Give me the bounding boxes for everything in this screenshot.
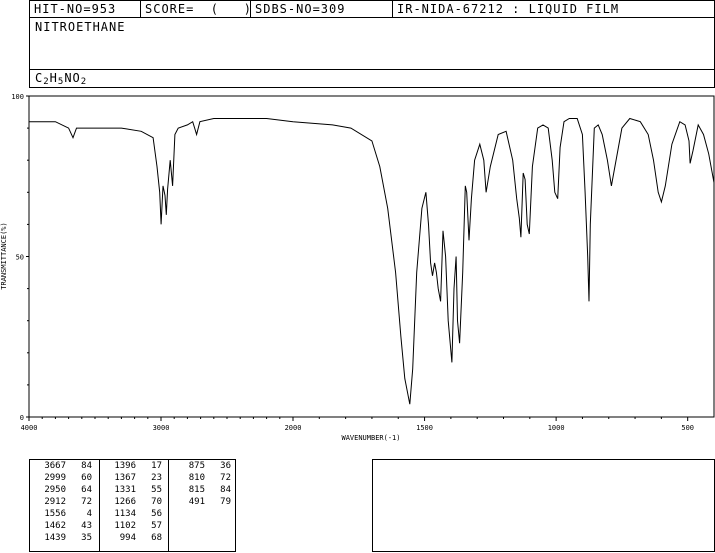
y-tick-label: 50 bbox=[16, 254, 24, 262]
peak-row: 1102 57 bbox=[100, 520, 169, 532]
peak-row: 994 68 bbox=[100, 532, 169, 544]
y-tick-label: 0 bbox=[20, 414, 24, 422]
peak-row: 1439 35 bbox=[30, 532, 100, 544]
peak-row: 1134 56 bbox=[100, 508, 169, 520]
peak-wavenumber: 1396 bbox=[114, 461, 136, 471]
peak-transmittance: 35 bbox=[81, 533, 92, 543]
peak-wavenumber: 2950 bbox=[44, 485, 66, 495]
peak-wavenumber: 1439 bbox=[44, 533, 66, 543]
peak-row: 815 84 bbox=[169, 484, 236, 496]
peak-table: 3667 84 2999 60 2950 64 2912 72 1556 4 1462 43 1439 3… bbox=[29, 459, 236, 552]
peak-transmittance: 72 bbox=[81, 497, 92, 507]
peak-column-1: 3667 84 2999 60 2950 64 2912 72 1556 4 1462 43 1439 3… bbox=[30, 460, 100, 552]
x-axis-label: WAVENUMBER(-1) bbox=[341, 434, 400, 442]
peak-column-2: 1396 17 1367 23 1331 55 1266 70 1134 56 1102 57 994 6… bbox=[99, 460, 169, 552]
peak-wavenumber: 1134 bbox=[114, 509, 136, 519]
peak-row: 1462 43 bbox=[30, 520, 100, 532]
peak-transmittance: 17 bbox=[151, 461, 162, 471]
peak-transmittance: 60 bbox=[81, 473, 92, 483]
peak-wavenumber: 1367 bbox=[114, 473, 136, 483]
peak-transmittance: 36 bbox=[220, 461, 231, 471]
peak-wavenumber: 1462 bbox=[44, 521, 66, 531]
y-tick-label: 100 bbox=[11, 93, 24, 101]
peak-transmittance: 79 bbox=[220, 497, 231, 507]
x-tick-label: 500 bbox=[681, 424, 694, 432]
peak-wavenumber: 875 bbox=[188, 461, 205, 471]
x-tick-label: 1500 bbox=[416, 424, 433, 432]
peak-transmittance: 4 bbox=[86, 509, 92, 519]
peak-wavenumber: 1102 bbox=[114, 521, 136, 531]
peak-wavenumber: 2912 bbox=[44, 497, 66, 507]
peak-row: 1331 55 bbox=[100, 484, 169, 496]
peak-row: 1266 70 bbox=[100, 496, 169, 508]
peak-transmittance: 56 bbox=[151, 509, 162, 519]
peak-transmittance: 84 bbox=[81, 461, 92, 471]
empty-info-box bbox=[372, 459, 715, 552]
peak-transmittance: 84 bbox=[220, 485, 231, 495]
spectrum-line bbox=[29, 117, 715, 405]
y-axis-ticks: 0 50 100 bbox=[11, 93, 29, 422]
y-axis-label: TRANSMITTANCE(%) bbox=[0, 222, 8, 289]
x-tick-label: 4000 bbox=[21, 424, 38, 432]
peak-transmittance: 23 bbox=[151, 473, 162, 483]
peak-transmittance: 43 bbox=[81, 521, 92, 531]
peak-wavenumber: 2999 bbox=[44, 473, 66, 483]
peak-wavenumber: 1556 bbox=[44, 509, 66, 519]
peak-row: 1556 4 bbox=[30, 508, 100, 520]
peak-transmittance: 70 bbox=[151, 497, 162, 507]
peak-transmittance: 64 bbox=[81, 485, 92, 495]
peak-wavenumber: 815 bbox=[188, 485, 205, 495]
peak-wavenumber: 1266 bbox=[114, 497, 136, 507]
peak-wavenumber: 810 bbox=[188, 473, 205, 483]
peak-row: 875 36 bbox=[169, 460, 236, 472]
peak-transmittance: 72 bbox=[220, 473, 231, 483]
peak-wavenumber: 994 bbox=[119, 533, 136, 543]
peak-wavenumber: 1331 bbox=[114, 485, 136, 495]
peak-transmittance: 55 bbox=[151, 485, 162, 495]
peak-row: 1367 23 bbox=[100, 472, 169, 484]
peak-wavenumber: 491 bbox=[188, 497, 205, 507]
x-tick-label: 1000 bbox=[548, 424, 565, 432]
peak-wavenumber: 3667 bbox=[44, 461, 66, 471]
peak-row: 2999 60 bbox=[30, 472, 100, 484]
x-axis-ticks: 4000 3000 2000 1500 1000 500 bbox=[21, 417, 694, 432]
peak-row: 2912 72 bbox=[30, 496, 100, 508]
peak-row: 1396 17 bbox=[100, 460, 169, 472]
peak-transmittance: 57 bbox=[151, 521, 162, 531]
peak-row: 810 72 bbox=[169, 472, 236, 484]
peak-column-3: 875 36 810 72 815 84 491 79 bbox=[168, 460, 236, 552]
peak-row: 2950 64 bbox=[30, 484, 100, 496]
x-tick-label: 3000 bbox=[153, 424, 170, 432]
plot-frame bbox=[28, 95, 715, 418]
x-tick-label: 2000 bbox=[285, 424, 302, 432]
ir-spectrum-chart: 0 50 100 4000 3000 2000 1500 1000 500 WAVENUMBE… bbox=[0, 93, 715, 442]
peak-row: 491 79 bbox=[169, 496, 236, 508]
peak-transmittance: 68 bbox=[151, 533, 162, 543]
peak-row: 3667 84 bbox=[30, 460, 100, 472]
